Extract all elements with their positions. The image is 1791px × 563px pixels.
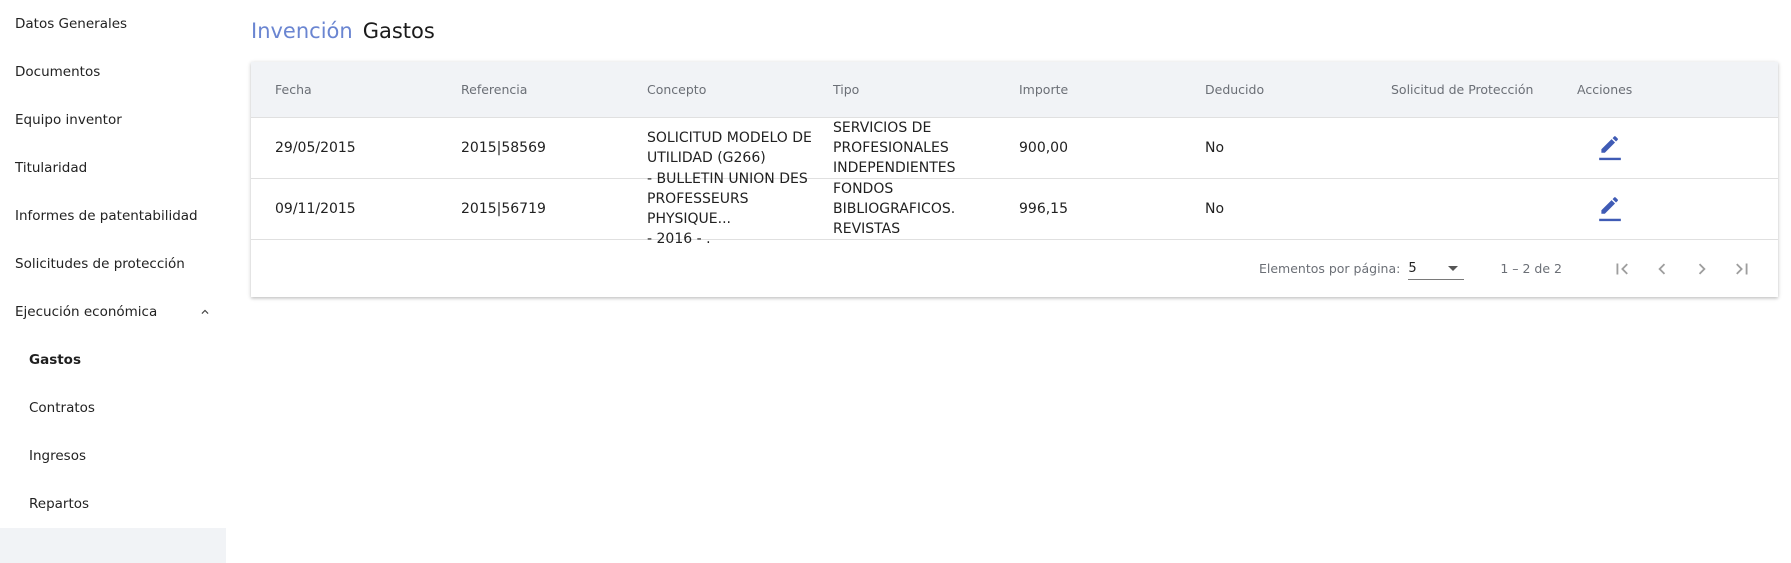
breadcrumb-parent-link[interactable]: Invención (251, 19, 353, 43)
sidebar-item-informes-patentabilidad[interactable]: Informes de patentabilidad (0, 192, 226, 240)
last-page-icon (1736, 263, 1748, 274)
sidebar-item-label: Datos Generales (15, 16, 128, 32)
first-page-icon (1616, 263, 1628, 274)
column-header-deducido[interactable]: Deducido (1205, 82, 1391, 97)
cell-tipo-line: PROFESIONALES (833, 140, 949, 156)
cell-concepto: - BULLETIN UNION DES PROFESSEURS PHYSIQU… (647, 169, 833, 249)
cell-tipo: FONDOS BIBLIOGRAFICOS. REVISTAS (833, 179, 1019, 239)
cell-concepto-line: UTILIDAD (G266) (647, 150, 766, 166)
cell-concepto-line: - 2016 - . (647, 231, 711, 247)
sidebar-item-datos-generales[interactable]: Datos Generales (0, 0, 226, 48)
sidebar-item-ingresos[interactable]: Ingresos (0, 432, 226, 480)
items-per-page-value: 5 (1408, 260, 1417, 276)
sidebar-item-label: Titularidad (15, 160, 88, 176)
breadcrumb: Invención Gastos (251, 16, 1778, 46)
cell-concepto-line: PROFESSEURS PHYSIQUE... (647, 191, 749, 227)
sidebar-item-equipo-inventor[interactable]: Equipo inventor (0, 96, 226, 144)
first-page-button[interactable] (1602, 249, 1642, 289)
previous-page-button[interactable] (1642, 249, 1682, 289)
chevron-left-icon (1658, 263, 1666, 274)
sidebar-group-label: Ejecución económica (15, 304, 158, 320)
cell-acciones (1577, 133, 1791, 163)
expenses-table-card: Fecha Referencia Concepto Tipo Importe D… (251, 62, 1778, 297)
cell-referencia: 2015|58569 (461, 140, 546, 156)
column-header-importe[interactable]: Importe (1019, 82, 1205, 97)
sidebar-item-label: Equipo inventor (15, 112, 122, 128)
sidebar-item-contratos[interactable]: Contratos (0, 384, 226, 432)
sidebar-item-gastos[interactable]: Gastos (0, 336, 226, 384)
cell-fecha: 09/11/2015 (275, 201, 356, 217)
cell-deducido: No (1205, 201, 1225, 217)
page-range-label: 1 – 2 de 2 (1500, 261, 1562, 276)
chevron-up-icon[interactable] (198, 305, 212, 319)
column-header-referencia[interactable]: Referencia (461, 82, 647, 97)
chevron-right-icon (1698, 263, 1706, 274)
cell-acciones (1577, 194, 1791, 224)
column-header-tipo[interactable]: Tipo (833, 82, 1019, 97)
items-per-page-select[interactable]: 5 (1408, 258, 1465, 280)
column-header-acciones: Acciones (1577, 82, 1633, 97)
sidebar-item-label: Solicitudes de protección (15, 256, 185, 272)
main-content: Invención Gastos Fecha Referencia Concep… (226, 0, 1791, 563)
sidebar-item-solicitudes-proteccion[interactable]: Solicitudes de protección (0, 240, 226, 288)
sidebar-group-ejecucion-economica[interactable]: Ejecución económica (0, 288, 226, 336)
last-page-button[interactable] (1722, 249, 1762, 289)
sidebar-menu: Datos Generales Documentos Equipo invent… (0, 0, 226, 528)
cell-deducido: No (1205, 140, 1225, 156)
items-per-page-label: Elementos por página: (1258, 261, 1401, 276)
cell-concepto: SOLICITUD MODELO DE UTILIDAD (G266) (647, 128, 833, 168)
table-header-row: Fecha Referencia Concepto Tipo Importe D… (251, 62, 1778, 118)
sidebar-item-documentos[interactable]: Documentos (0, 48, 226, 96)
sidebar-item-repartos[interactable]: Repartos (0, 480, 226, 528)
cell-concepto-line: SOLICITUD MODELO DE (647, 130, 812, 146)
cell-tipo-line: INDEPENDIENTES (833, 160, 956, 176)
caret-down-icon (1448, 265, 1459, 271)
sidebar-item-label: Contratos (29, 400, 95, 416)
page-title: Gastos (362, 19, 435, 43)
column-header-concepto[interactable]: Concepto (647, 82, 833, 97)
sidebar-item-label: Informes de patentabilidad (15, 208, 198, 224)
next-page-button[interactable] (1682, 249, 1722, 289)
pencil-icon (1599, 136, 1621, 161)
cell-importe: 900,00 (1019, 140, 1068, 156)
table-row: 29/05/2015 2015|58569 SOLICITUD MODELO D… (251, 118, 1778, 179)
cell-concepto-line: - BULLETIN UNION DES (647, 171, 808, 187)
sidebar-item-label: Gastos (29, 352, 81, 368)
table-row: 09/11/2015 2015|56719 - BULLETIN UNION D… (251, 171, 1778, 247)
cell-tipo: SERVICIOS DE PROFESIONALES INDEPENDIENTE… (833, 118, 1019, 178)
cell-tipo-line: FONDOS BIBLIOGRAFICOS. (833, 181, 956, 217)
cell-tipo-line: SERVICIOS DE (833, 120, 932, 136)
sidebar-item-label: Ingresos (29, 448, 86, 464)
edit-button[interactable] (1595, 194, 1625, 224)
column-header-fecha[interactable]: Fecha (275, 82, 461, 97)
sidebar: Datos Generales Documentos Equipo invent… (0, 0, 226, 563)
cell-fecha: 29/05/2015 (275, 140, 356, 156)
sidebar-item-titularidad[interactable]: Titularidad (0, 144, 226, 192)
sidebar-item-label: Documentos (15, 64, 101, 80)
pencil-icon (1599, 197, 1621, 222)
column-header-solicitud-proteccion[interactable]: Solicitud de Protección (1391, 82, 1577, 97)
edit-button[interactable] (1595, 133, 1625, 163)
cell-importe: 996,15 (1019, 201, 1068, 217)
app-root: Datos Generales Documentos Equipo invent… (0, 0, 1791, 563)
cell-tipo-line: REVISTAS (833, 221, 901, 237)
cell-referencia: 2015|56719 (461, 201, 546, 217)
paginator: Elementos por página: 5 1 – 2 de 2 (251, 240, 1778, 297)
sidebar-item-label: Repartos (29, 496, 90, 512)
